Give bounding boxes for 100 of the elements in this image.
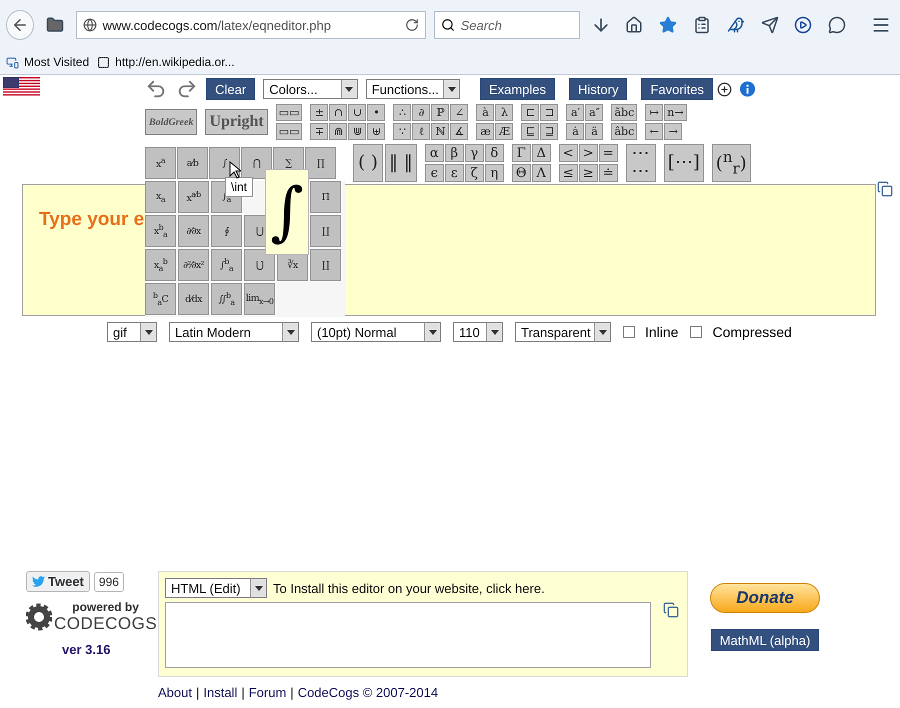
symbol-button[interactable]: ⋯ ⋯ — [626, 144, 656, 182]
symbol-button[interactable]: æ — [476, 123, 494, 140]
symbol-button[interactable]: ∪ — [348, 104, 366, 121]
symbol-button[interactable]: η — [484, 164, 504, 182]
symbol-button[interactable]: ε — [444, 164, 464, 182]
symbol-button[interactable]: ℙ — [431, 104, 450, 121]
symbol-button[interactable]: ∂²⁄∂x² — [178, 249, 209, 281]
symbol-button[interactable]: ∡ — [450, 123, 468, 140]
play-icon[interactable] — [794, 16, 812, 34]
symbol-button[interactable]: δ — [484, 144, 504, 162]
symbol-button[interactable]: ( ) — [353, 144, 383, 182]
symbol-button[interactable]: Æ — [495, 123, 514, 140]
option-select[interactable]: Transparent — [515, 322, 611, 342]
symbol-button[interactable]: ℕ — [431, 123, 450, 140]
dropdown-arrow-icon[interactable] — [345, 86, 354, 92]
symbol-button[interactable]: ζ — [464, 164, 484, 182]
symbol-button[interactable]: n→ — [664, 104, 687, 121]
toolbar-button[interactable]: Favorites — [641, 78, 713, 100]
option-select[interactable]: Latin Modern — [169, 322, 299, 342]
symbol-button[interactable]: ≤ — [558, 164, 578, 182]
symbol-button[interactable]: ⊑ — [521, 123, 540, 140]
dropdown-arrow-icon[interactable] — [254, 586, 262, 590]
checkbox[interactable] — [623, 326, 635, 338]
symbol-button[interactable]: < — [558, 144, 578, 162]
symbol-button[interactable]: ∂ — [412, 104, 430, 121]
symbol-button[interactable]: ▭▭ — [276, 123, 302, 140]
dropdown-arrow-icon[interactable] — [428, 330, 436, 334]
functions-select[interactable]: Functions... — [366, 79, 460, 99]
symbol-button[interactable]: ∂⁄∂x — [178, 215, 209, 247]
reload-icon[interactable] — [404, 18, 419, 32]
flag-icon[interactable] — [3, 77, 40, 97]
copy-icon[interactable] — [663, 602, 679, 618]
style-button[interactable]: Upright — [205, 109, 268, 135]
symbol-button[interactable]: [⋯] — [664, 144, 704, 182]
footer-link[interactable]: Install — [203, 685, 238, 700]
symbol-button[interactable]: à — [476, 104, 494, 121]
symbol-button[interactable]: Θ — [512, 164, 531, 182]
bookmark[interactable]: http://en.wikipedia.or... — [115, 55, 235, 69]
footer-link[interactable]: Forum — [248, 685, 286, 700]
symbol-button[interactable]: Δ — [532, 144, 551, 162]
symbol-button[interactable]: ȧ — [566, 123, 584, 140]
symbol-button[interactable]: ∐ — [310, 215, 341, 247]
symbol-button[interactable]: ∩ — [329, 104, 348, 121]
symbol-button[interactable]: d⁄dx — [178, 283, 209, 315]
symbol-button[interactable]: ⊒ — [540, 123, 558, 140]
symbol-button[interactable]: ← — [645, 123, 664, 140]
symbol-button[interactable]: > — [578, 144, 598, 162]
symbol-button[interactable]: ± — [310, 104, 328, 121]
chat-icon[interactable] — [828, 16, 846, 34]
symbol-button[interactable]: ∓ — [310, 123, 328, 140]
symbol-button[interactable]: ä — [585, 123, 604, 140]
search-box[interactable]: Search — [434, 11, 580, 39]
symbol-button[interactable]: x$_{a}$ — [145, 181, 176, 213]
symbol-button[interactable]: ≥ — [578, 164, 598, 182]
footer-link[interactable]: About — [158, 685, 192, 700]
option-select[interactable]: gif — [107, 322, 157, 342]
symbol-button[interactable]: ⋂ — [241, 147, 272, 179]
option-select[interactable]: (10pt) Normal — [311, 322, 441, 342]
symbol-button[interactable]: lim$_{x→0}$ — [244, 283, 275, 315]
info-icon[interactable] — [740, 81, 756, 97]
page-icon[interactable] — [97, 56, 110, 68]
option-select[interactable]: 110 — [453, 322, 503, 342]
symbol-button[interactable]: ∏ — [305, 147, 336, 179]
symbol-button[interactable]: x$^{a⁄b}$ — [178, 181, 209, 213]
footer-link[interactable]: CodeCogs © 2007-2014 — [298, 685, 438, 700]
symbol-button[interactable]: ⋃̇ — [244, 249, 275, 281]
format-select[interactable]: HTML (Edit) — [165, 578, 267, 598]
symbol-button[interactable]: λ — [495, 104, 514, 121]
symbol-button[interactable]: ⊏ — [521, 104, 540, 121]
code-field[interactable] — [165, 602, 651, 668]
tweet-button[interactable]: Tweet — [26, 571, 90, 592]
colors-select[interactable]: Colors... — [263, 79, 358, 99]
star-icon[interactable] — [659, 16, 678, 34]
symbol-button[interactable]: x$^{a}$ — [145, 147, 176, 179]
inline-link[interactable]: click here. — [486, 580, 545, 596]
send-icon[interactable] — [760, 16, 779, 34]
symbol-button[interactable]: Λ — [532, 164, 551, 182]
dropdown-arrow-icon[interactable] — [598, 330, 606, 334]
symbol-button[interactable]: ∮ — [211, 215, 242, 247]
symbol-button[interactable]: ≐ — [598, 164, 618, 182]
symbol-button[interactable]: ⋒ — [329, 123, 348, 140]
symbol-button[interactable]: a″ — [585, 104, 604, 121]
symbol-button[interactable]: ∐̇ — [310, 249, 341, 281]
bookmark[interactable]: Most Visited — [24, 55, 90, 69]
symbol-button[interactable]: = — [598, 144, 618, 162]
clear-button[interactable]: Clear — [206, 78, 256, 100]
symbol-button[interactable]: ↦ — [645, 104, 664, 121]
symbol-button[interactable]: âbc — [611, 123, 638, 140]
clipboard-icon[interactable] — [692, 16, 711, 34]
symbol-button[interactable]: ‖ ‖ — [385, 144, 417, 182]
symbol-button[interactable]: Γ — [512, 144, 531, 162]
style-button[interactable]: BoldGreek — [145, 109, 198, 135]
symbol-button[interactable]: ∴ — [393, 104, 412, 121]
symbol-button[interactable]: ℓ — [412, 123, 430, 140]
bookmark-icon[interactable] — [6, 56, 19, 68]
symbol-button[interactable]: γ — [464, 144, 484, 162]
toolbar-button[interactable]: History — [569, 78, 628, 100]
symbol-button[interactable]: ãbc — [611, 104, 638, 121]
home-icon[interactable] — [625, 16, 644, 34]
symbol-button[interactable]: a⁄b — [177, 147, 208, 179]
